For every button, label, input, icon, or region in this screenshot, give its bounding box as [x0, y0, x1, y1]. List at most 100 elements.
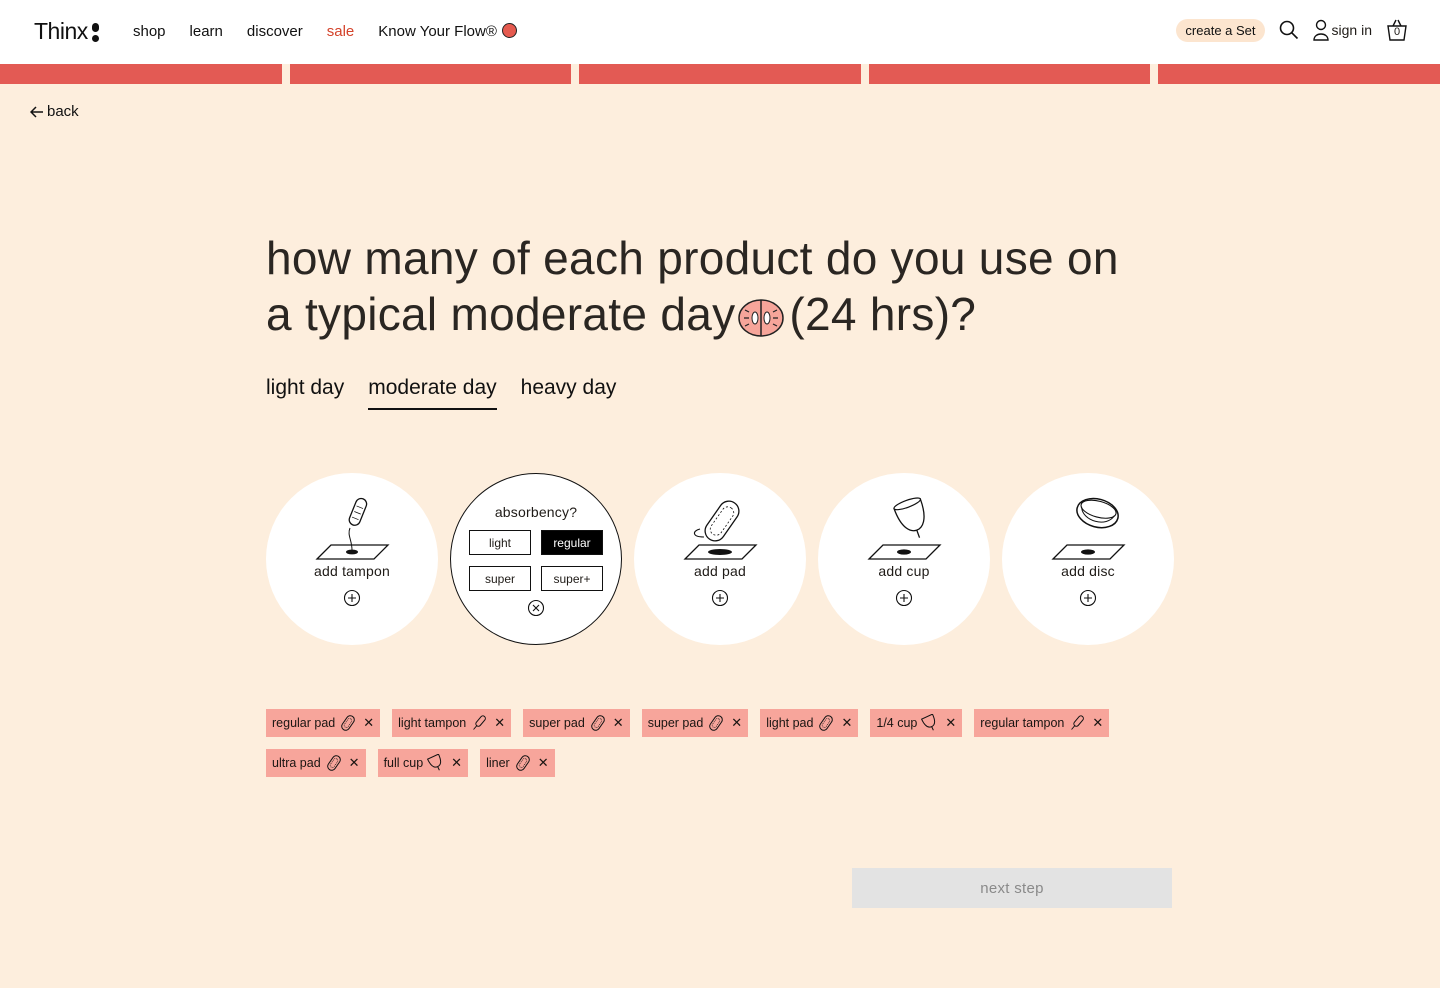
- absorbency-regular-option[interactable]: regular: [541, 530, 603, 555]
- product-picker: add tampon absorbency? light regular sup…: [266, 473, 1174, 645]
- progress-step: [868, 64, 1151, 84]
- progress-step: [0, 64, 282, 84]
- absorbency-super-option[interactable]: super: [469, 566, 531, 591]
- day-tabs: light day moderate day heavy day: [266, 376, 616, 410]
- sign-in-link[interactable]: sign in: [1312, 19, 1372, 41]
- plus-circle-icon[interactable]: [1079, 589, 1097, 607]
- pad-icon: [590, 715, 605, 731]
- cup-icon: [427, 754, 442, 771]
- add-pad-card[interactable]: add pad: [634, 473, 806, 645]
- selected-product-chip: super pad ✕: [641, 709, 749, 737]
- selected-product-chip: light pad ✕: [760, 709, 859, 737]
- remove-chip-icon[interactable]: ✕: [349, 755, 360, 771]
- close-circle-icon[interactable]: [527, 599, 545, 617]
- tampon-icon: [473, 715, 487, 730]
- tampon-icon: [1071, 715, 1085, 730]
- selected-product-chip: liner ✕: [480, 749, 555, 777]
- selected-products: regular pad ✕ light tampon ✕ super pad ✕…: [266, 709, 1166, 777]
- pad-icon: [515, 755, 530, 771]
- selected-product-chip: super pad ✕: [523, 709, 630, 737]
- tab-light-day[interactable]: light day: [266, 376, 344, 410]
- grapefruit-icon: [737, 294, 785, 350]
- site-header: Thinx shop learn discover sale Know Your…: [0, 0, 1440, 64]
- add-disc-label: add disc: [1061, 563, 1115, 579]
- back-label: back: [47, 103, 79, 120]
- title-line-1: how many of each product do you use on: [266, 232, 1119, 284]
- nav-know-your-flow-label: Know Your Flow®: [378, 23, 497, 40]
- chip-label: light tampon: [398, 716, 467, 730]
- tab-heavy-day[interactable]: heavy day: [521, 376, 617, 410]
- sign-in-label: sign in: [1331, 22, 1372, 38]
- create-set-button[interactable]: create a Set: [1176, 18, 1265, 42]
- absorbency-light-option[interactable]: light: [469, 530, 531, 555]
- nav-discover[interactable]: discover: [247, 23, 303, 40]
- next-step-button[interactable]: next step: [852, 868, 1172, 908]
- title-line-2-end: (24 hrs)?: [789, 288, 977, 340]
- cart-button[interactable]: 0: [1386, 18, 1408, 42]
- absorbency-super-plus-option[interactable]: super+: [541, 566, 603, 591]
- add-cup-label: add cup: [878, 563, 930, 579]
- header-actions: create a Set sign in 0: [1176, 18, 1408, 42]
- nav-shop[interactable]: shop: [133, 23, 166, 40]
- chip-label: super pad: [647, 716, 704, 730]
- plus-circle-icon[interactable]: [343, 589, 361, 607]
- chip-label: liner: [486, 756, 510, 770]
- selected-product-chip: full cup ✕: [377, 749, 469, 777]
- add-pad-label: add pad: [693, 563, 746, 579]
- progress-step: [579, 64, 861, 84]
- chip-label: light pad: [766, 716, 814, 730]
- chip-label: super pad: [529, 716, 585, 730]
- add-tampon-label: add tampon: [314, 563, 390, 579]
- remove-chip-icon[interactable]: ✕: [451, 755, 462, 771]
- absorbency-options: light regular super super+: [469, 530, 603, 591]
- chip-label: ultra pad: [272, 756, 321, 770]
- user-icon: [1312, 19, 1329, 41]
- main-nav: shop learn discover sale Know Your Flow®: [133, 23, 517, 40]
- flow-dot-icon: [501, 23, 517, 38]
- tampon-icon: [315, 497, 390, 560]
- pad-icon: [819, 715, 834, 731]
- chip-label: full cup: [383, 756, 424, 770]
- brand-name: Thinx: [34, 18, 88, 44]
- absorbency-selector: absorbency? light regular super super+: [450, 473, 622, 645]
- add-tampon-card[interactable]: add tampon: [266, 473, 438, 645]
- remove-chip-icon[interactable]: ✕: [538, 755, 549, 771]
- nav-sale[interactable]: sale: [327, 23, 355, 40]
- remove-chip-icon[interactable]: ✕: [841, 715, 852, 731]
- add-disc-card[interactable]: add disc: [1002, 473, 1174, 645]
- remove-chip-icon[interactable]: ✕: [945, 715, 956, 731]
- step-progress: [0, 64, 1440, 84]
- pad-icon: [341, 715, 356, 731]
- plus-circle-icon[interactable]: [895, 589, 913, 607]
- remove-chip-icon[interactable]: ✕: [731, 715, 742, 731]
- title-line-2-start: a typical moderate day: [266, 288, 736, 340]
- tab-moderate-day[interactable]: moderate day: [368, 376, 497, 410]
- chip-label: regular tampon: [980, 716, 1065, 730]
- cart-count: 0: [1393, 26, 1401, 38]
- nav-know-your-flow[interactable]: Know Your Flow®: [378, 23, 517, 40]
- nav-learn[interactable]: learn: [190, 23, 223, 40]
- selected-product-chip: light tampon ✕: [392, 709, 512, 737]
- brand-logo[interactable]: Thinx: [34, 18, 100, 45]
- back-link[interactable]: back: [30, 103, 79, 120]
- selected-product-chip: ultra pad ✕: [266, 749, 366, 777]
- disc-icon: [1051, 497, 1126, 560]
- selected-product-chip: 1/4 cup ✕: [870, 709, 963, 737]
- page-title: how many of each product do you use on a…: [266, 230, 1186, 350]
- chip-label: 1/4 cup: [876, 716, 918, 730]
- pad-icon: [709, 715, 724, 731]
- pad-icon: [326, 755, 341, 771]
- arrow-left-icon: [30, 105, 43, 118]
- remove-chip-icon[interactable]: ✕: [1092, 715, 1103, 731]
- absorbency-title: absorbency?: [494, 504, 578, 520]
- add-cup-card[interactable]: add cup: [818, 473, 990, 645]
- cup-icon: [867, 497, 942, 560]
- cup-icon: [921, 714, 936, 731]
- remove-chip-icon[interactable]: ✕: [494, 715, 505, 731]
- remove-chip-icon[interactable]: ✕: [613, 715, 624, 731]
- chip-label: regular pad: [272, 716, 336, 730]
- pad-icon: [683, 500, 758, 560]
- remove-chip-icon[interactable]: ✕: [363, 715, 374, 731]
- plus-circle-icon[interactable]: [711, 589, 729, 607]
- search-icon[interactable]: [1279, 20, 1299, 40]
